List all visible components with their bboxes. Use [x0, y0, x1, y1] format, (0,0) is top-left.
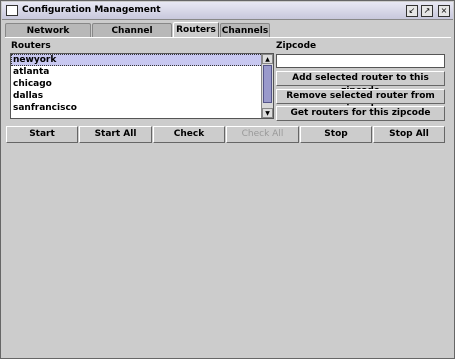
stop-all-button[interactable]: Stop All [373, 126, 445, 143]
tab-network-topology[interactable]: Network Topology [5, 23, 91, 50]
add-router-to-zipcode-button[interactable]: Add selected router to this zipcode [276, 71, 445, 96]
remove-router-from-zipcode-button[interactable]: Remove selected router from zipcode [276, 89, 445, 114]
maximize-icon[interactable]: ↗ [421, 5, 433, 17]
list-item[interactable]: chicago [11, 78, 273, 90]
close-icon[interactable]: × [438, 5, 450, 17]
routers-scrollbar[interactable]: ▲ ▼ [261, 54, 273, 118]
check-button[interactable]: Check [153, 126, 225, 143]
scroll-thumb[interactable] [263, 65, 272, 103]
routers-label: Routers [11, 41, 51, 51]
list-item[interactable]: sanfrancisco [11, 102, 273, 114]
start-button[interactable]: Start [6, 126, 78, 143]
minimize-icon[interactable]: ↙ [406, 5, 418, 17]
stop-button[interactable]: Stop [300, 126, 372, 143]
check-all-button[interactable]: Check All [226, 126, 299, 143]
list-item[interactable]: dallas [11, 90, 273, 102]
scroll-up-icon[interactable]: ▲ [262, 54, 273, 64]
routers-list[interactable]: newyork atlanta chicago dallas sanfranci… [10, 53, 274, 119]
zipcode-label: Zipcode [276, 41, 317, 51]
routers-panel: Routers newyork atlanta chicago dallas s… [5, 37, 451, 356]
zipcode-input[interactable] [276, 54, 445, 68]
config-window: Configuration Management ↙ ↗ × Network T… [0, 0, 455, 359]
title-bar[interactable]: Configuration Management ↙ ↗ × [2, 2, 453, 20]
tab-routers[interactable]: Routers [173, 22, 219, 38]
tab-channels[interactable]: Channels [220, 23, 270, 37]
window-icon [6, 5, 18, 16]
window-title: Configuration Management [22, 5, 161, 15]
list-item[interactable]: atlanta [11, 66, 273, 78]
tab-channel-service[interactable]: Channel Service [92, 23, 172, 50]
get-routers-for-zipcode-button[interactable]: Get routers for this zipcode [276, 106, 445, 121]
list-item[interactable]: newyork [11, 54, 273, 66]
start-all-button[interactable]: Start All [79, 126, 152, 143]
scroll-down-icon[interactable]: ▼ [262, 108, 273, 118]
